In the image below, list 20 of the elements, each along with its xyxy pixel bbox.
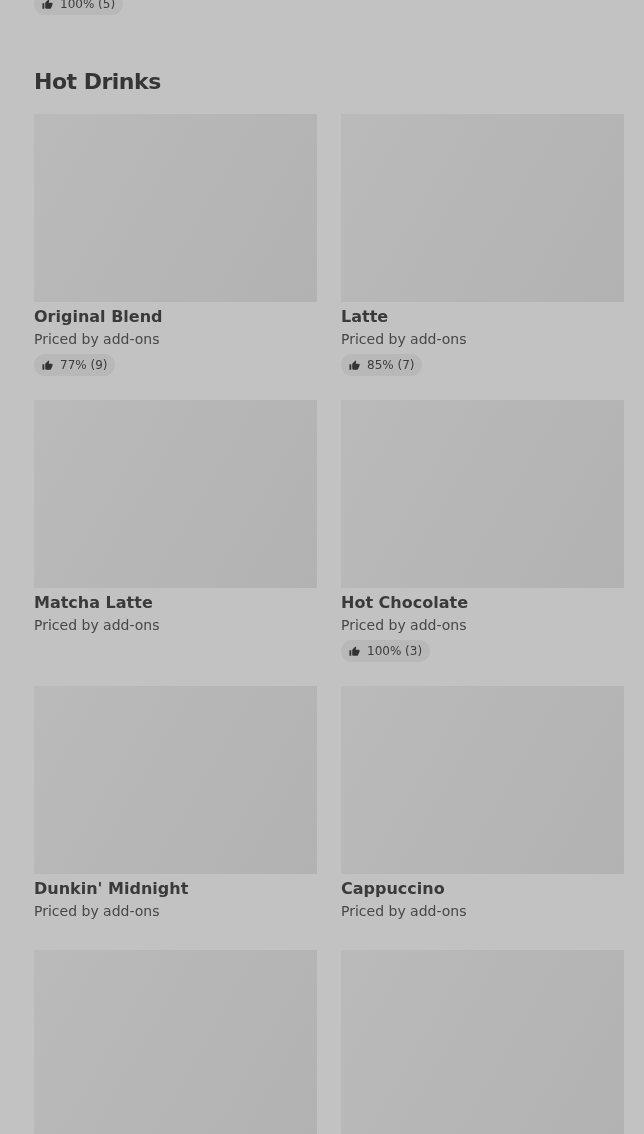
item-subtitle: Priced by add-ons [34, 330, 161, 349]
rating-badge: 85% (7) [341, 354, 423, 376]
thumbs-up-icon [42, 359, 53, 371]
item-subtitle: Priced by add-ons [34, 902, 161, 921]
item-name[interactable]: Hot Chocolate [341, 592, 624, 614]
section-title: Hot Drinks [34, 69, 162, 94]
item-subtitle: Priced by add-ons [34, 616, 161, 635]
rating-badge: 100% (3) [341, 640, 431, 662]
thumbs-up-icon [349, 645, 360, 657]
item-name[interactable]: Latte [341, 306, 624, 328]
item-name[interactable]: Matcha Latte [34, 592, 317, 614]
rating-badge: 77% (9) [34, 354, 116, 376]
item-name[interactable]: Original Blend [34, 306, 317, 328]
item-subtitle: Priced by add-ons [341, 330, 468, 349]
item-subtitle: Priced by add-ons [341, 616, 468, 635]
item-subtitle: Priced by add-ons [341, 902, 468, 921]
item-name[interactable]: Dunkin' Midnight [34, 878, 317, 900]
thumbs-up-icon [349, 359, 360, 371]
item-name[interactable]: Cappuccino [341, 878, 624, 900]
thumbs-up-icon [42, 0, 53, 10]
